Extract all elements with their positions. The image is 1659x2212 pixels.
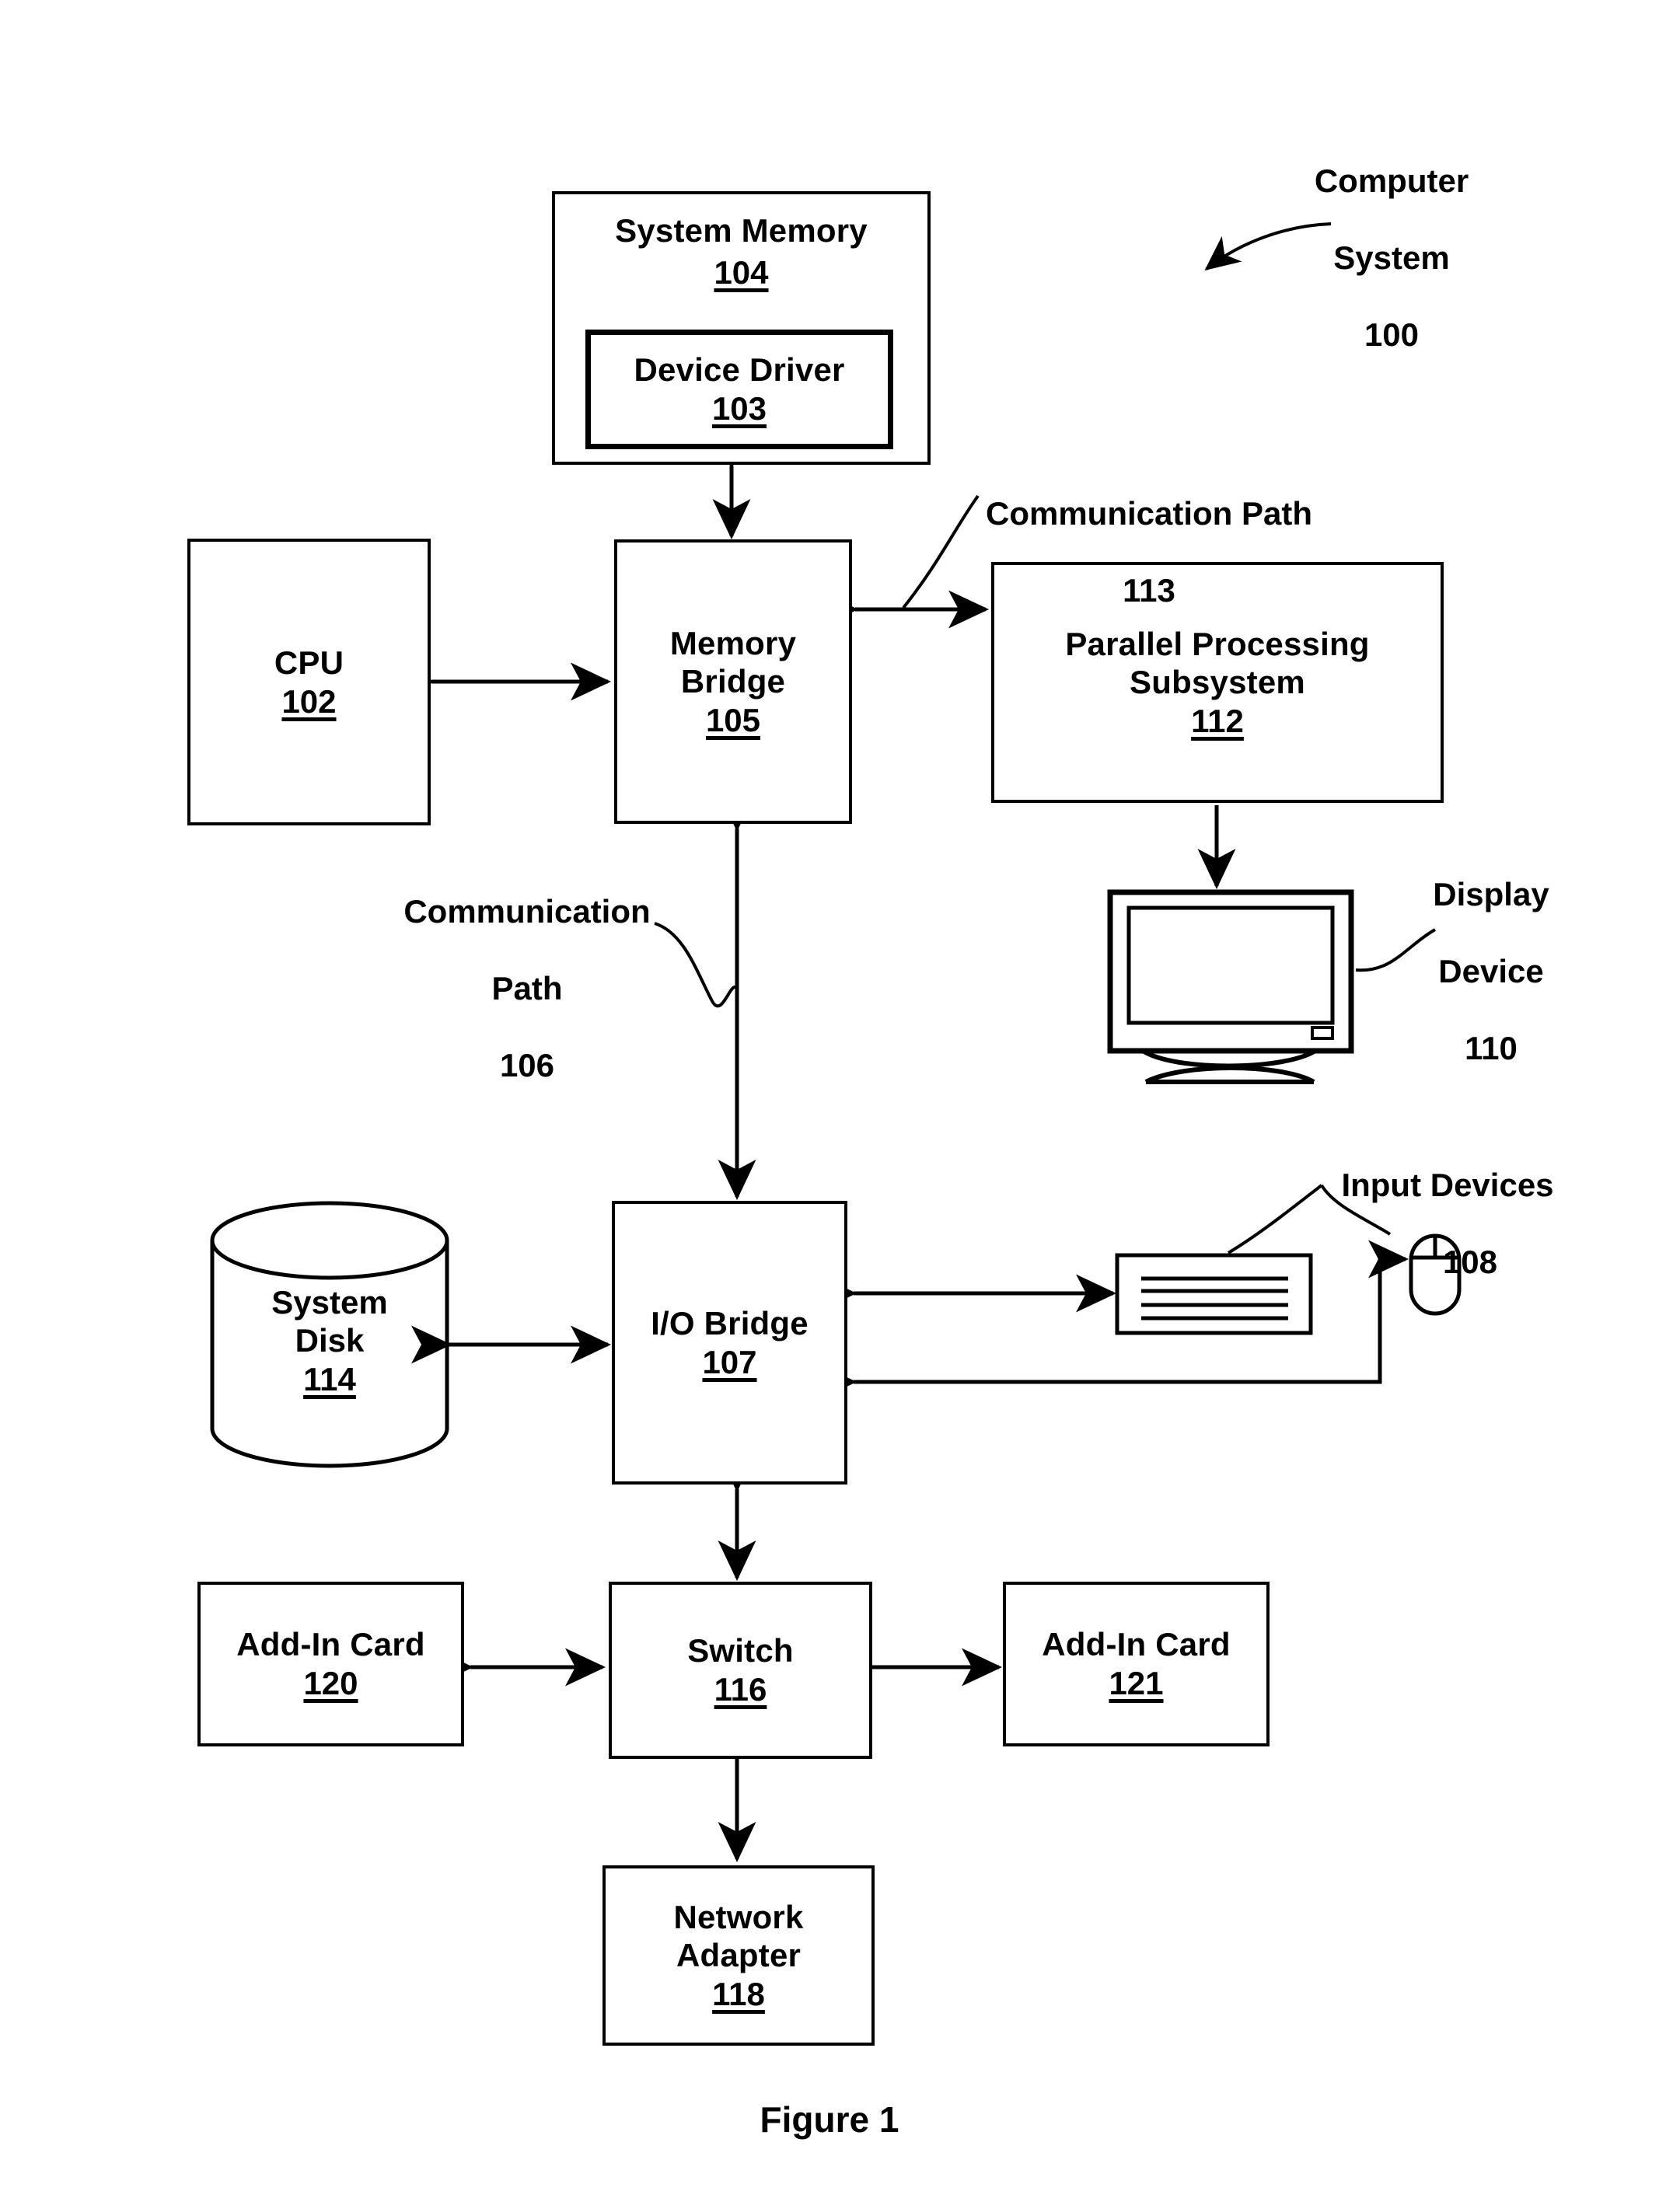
comm-path-106-number: 106 xyxy=(499,1046,555,1083)
computer-system-line1: Computer xyxy=(1314,162,1469,199)
pps-title-line2: Subsystem xyxy=(1130,664,1305,701)
comm-path-106-line2: Path xyxy=(491,969,563,1007)
display-bezel xyxy=(1107,889,1354,1054)
block-cpu[interactable]: CPU 102 xyxy=(187,539,431,825)
input-devices-number: 108 xyxy=(1442,1243,1498,1280)
system-disk-title-line2: Disk xyxy=(295,1322,365,1359)
network-adapter-title-line2: Adapter xyxy=(676,1937,802,1974)
memory-bridge-title-line2: Bridge xyxy=(680,663,786,700)
add-in-card-120-number: 120 xyxy=(303,1665,358,1701)
io-bridge-number: 107 xyxy=(702,1343,757,1380)
disk-bottom-arc xyxy=(210,1428,449,1468)
display-device-line1: Display xyxy=(1433,875,1549,912)
io-bridge-title: I/O Bridge xyxy=(651,1304,809,1342)
display-device-number: 110 xyxy=(1465,1029,1518,1066)
display-power-indicator xyxy=(1311,1026,1334,1040)
network-adapter-title-line1: Network xyxy=(673,1898,804,1935)
label-communication-path-106: Communication Path 106 xyxy=(372,853,683,1123)
device-driver-number: 103 xyxy=(711,390,767,427)
system-disk-title-line1: System xyxy=(271,1283,388,1321)
block-add-in-card-121[interactable]: Add-In Card 121 xyxy=(1003,1582,1270,1746)
comm-path-113-number: 113 xyxy=(1123,571,1175,609)
computer-system-number: 100 xyxy=(1364,316,1420,353)
device-driver-title: Device Driver xyxy=(634,351,845,389)
cpu-title: CPU xyxy=(274,644,344,681)
block-system-disk[interactable]: System Disk 114 xyxy=(212,1253,447,1429)
block-memory-bridge[interactable]: Memory Bridge 105 xyxy=(614,539,852,824)
system-memory-title: System Memory xyxy=(615,212,868,249)
block-add-in-card-120[interactable]: Add-In Card 120 xyxy=(197,1582,464,1746)
system-disk-number: 114 xyxy=(303,1360,356,1397)
display-stand-neck xyxy=(1141,1048,1317,1069)
comm-path-113-text: Communication Path xyxy=(985,494,1313,532)
display-screen xyxy=(1126,905,1335,1025)
cpu-number: 102 xyxy=(281,682,337,720)
label-computer-system: Computer System 100 xyxy=(1244,123,1539,393)
block-network-adapter[interactable]: Network Adapter 118 xyxy=(602,1865,875,2046)
pps-number: 112 xyxy=(1191,702,1244,739)
add-in-card-120-title: Add-In Card xyxy=(236,1626,425,1663)
switch-number: 116 xyxy=(714,1671,767,1708)
add-in-card-121-number: 121 xyxy=(1109,1665,1164,1701)
add-in-card-121-title: Add-In Card xyxy=(1042,1626,1231,1663)
keyboard-body xyxy=(1115,1253,1313,1335)
display-device-line2: Device xyxy=(1438,952,1544,989)
block-io-bridge[interactable]: I/O Bridge 107 xyxy=(612,1201,847,1485)
switch-title: Switch xyxy=(687,1632,794,1669)
patent-figure-1: Memory Bridge 105 (vertical, double head… xyxy=(0,0,1659,2212)
block-device-driver[interactable]: Device Driver 103 xyxy=(585,330,893,449)
memory-bridge-number: 105 xyxy=(705,701,761,738)
figure-caption: Figure 1 xyxy=(760,2099,899,2140)
input-devices-line1: Input Devices xyxy=(1341,1166,1554,1203)
system-memory-number: 104 xyxy=(714,254,769,291)
label-display-device: Display Device 110 xyxy=(1374,836,1608,1106)
computer-system-line2: System xyxy=(1333,239,1450,276)
memory-bridge-title-line1: Memory xyxy=(669,624,797,661)
label-input-devices: Input Devices 108 xyxy=(1300,1127,1595,1320)
comm-path-106-line1: Communication xyxy=(403,892,651,930)
block-switch[interactable]: Switch 116 xyxy=(609,1582,872,1759)
display-stand-base-top xyxy=(1144,1066,1315,1084)
label-communication-path-113: Communication Path 113 xyxy=(939,455,1359,648)
network-adapter-number: 118 xyxy=(712,1975,765,2012)
